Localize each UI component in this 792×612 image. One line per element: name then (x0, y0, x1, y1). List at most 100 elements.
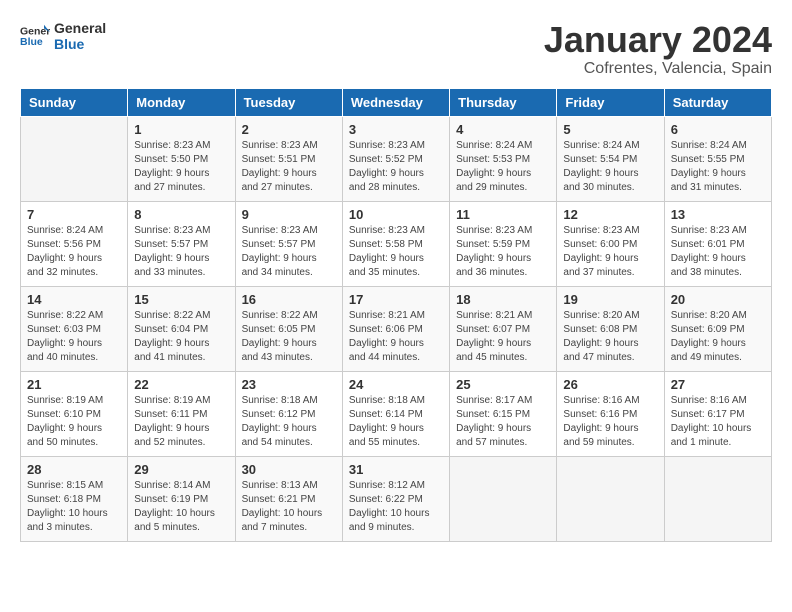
day-info: Sunrise: 8:19 AM Sunset: 6:10 PM Dayligh… (27, 394, 121, 450)
day-info: Sunrise: 8:23 AM Sunset: 5:57 PM Dayligh… (134, 224, 228, 280)
day-cell: 18Sunrise: 8:21 AM Sunset: 6:07 PM Dayli… (450, 286, 557, 371)
day-number: 27 (671, 377, 765, 392)
day-cell: 20 Sunrise: 8:20 AM Sunset: 6:09 PM Dayli… (664, 286, 771, 371)
day-cell: 4 Sunrise: 8:24 AM Sunset: 5:53 PM Daylig… (450, 116, 557, 201)
header-row: SundayMondayTuesdayWednesdayThursdayFrid… (21, 88, 772, 116)
calendar-subtitle: Cofrentes, Valencia, Spain (544, 60, 772, 78)
day-cell: 23 Sunrise: 8:18 AM Sunset: 6:12 PM Dayli… (235, 371, 342, 456)
day-info: Sunrise: 8:22 AM Sunset: 6:03 PM Dayligh… (27, 309, 121, 365)
header-cell-monday: Monday (128, 88, 235, 116)
day-number: 21 (27, 377, 121, 392)
title-block: January 2024 Cofrentes, Valencia, Spain (544, 20, 772, 78)
day-number: 29 (134, 462, 228, 477)
day-number: 3 (349, 122, 443, 137)
day-info: Sunrise: 8:18 AM Sunset: 6:12 PM Dayligh… (242, 394, 336, 450)
day-cell: 5 Sunrise: 8:24 AM Sunset: 5:54 PM Daylig… (557, 116, 664, 201)
day-cell: 29 Sunrise: 8:14 AM Sunset: 6:19 PM Dayli… (128, 456, 235, 541)
day-info: Sunrise: 8:23 AM Sunset: 6:00 PM Dayligh… (563, 224, 657, 280)
day-info: Sunrise: 8:13 AM Sunset: 6:21 PM Dayligh… (242, 479, 336, 535)
logo-text-blue: Blue (54, 36, 106, 52)
day-cell: 2 Sunrise: 8:23 AM Sunset: 5:51 PM Daylig… (235, 116, 342, 201)
day-info: Sunrise: 8:15 AM Sunset: 6:18 PM Dayligh… (27, 479, 121, 535)
day-number: 16 (242, 292, 336, 307)
header-cell-wednesday: Wednesday (342, 88, 449, 116)
day-cell: 14 Sunrise: 8:22 AM Sunset: 6:03 PM Dayli… (21, 286, 128, 371)
day-number: 25 (456, 377, 550, 392)
header-cell-tuesday: Tuesday (235, 88, 342, 116)
day-number: 19 (563, 292, 657, 307)
page-header: General Blue General Blue January 2024 C… (20, 20, 772, 78)
day-info: Sunrise: 8:20 AM Sunset: 6:08 PM Dayligh… (563, 309, 657, 365)
day-info: Sunrise: 8:23 AM Sunset: 5:52 PM Dayligh… (349, 139, 443, 195)
day-cell: 6 Sunrise: 8:24 AM Sunset: 5:55 PM Daylig… (664, 116, 771, 201)
day-number: 10 (349, 207, 443, 222)
week-row-5: 28 Sunrise: 8:15 AM Sunset: 6:18 PM Dayli… (21, 456, 772, 541)
day-cell: 21 Sunrise: 8:19 AM Sunset: 6:10 PM Dayli… (21, 371, 128, 456)
day-cell (557, 456, 664, 541)
day-info: Sunrise: 8:24 AM Sunset: 5:56 PM Dayligh… (27, 224, 121, 280)
day-cell: 7 Sunrise: 8:24 AM Sunset: 5:56 PM Daylig… (21, 201, 128, 286)
day-cell: 11Sunrise: 8:23 AM Sunset: 5:59 PM Dayli… (450, 201, 557, 286)
day-info: Sunrise: 8:23 AM Sunset: 5:51 PM Dayligh… (242, 139, 336, 195)
day-cell (450, 456, 557, 541)
day-number: 23 (242, 377, 336, 392)
logo: General Blue General Blue (20, 20, 106, 52)
day-number: 8 (134, 207, 228, 222)
day-cell: 31 Sunrise: 8:12 AM Sunset: 6:22 PM Dayli… (342, 456, 449, 541)
day-info: Sunrise: 8:24 AM Sunset: 5:54 PM Dayligh… (563, 139, 657, 195)
day-info: Sunrise: 8:16 AM Sunset: 6:16 PM Dayligh… (563, 394, 657, 450)
day-number: 4 (456, 122, 550, 137)
header-cell-friday: Friday (557, 88, 664, 116)
day-cell: 25Sunrise: 8:17 AM Sunset: 6:15 PM Dayli… (450, 371, 557, 456)
day-info: Sunrise: 8:21 AM Sunset: 6:06 PM Dayligh… (349, 309, 443, 365)
day-info: Sunrise: 8:24 AM Sunset: 5:53 PM Dayligh… (456, 139, 550, 195)
day-cell: 26 Sunrise: 8:16 AM Sunset: 6:16 PM Dayli… (557, 371, 664, 456)
day-number: 11 (456, 207, 550, 222)
day-cell: 9Sunrise: 8:23 AM Sunset: 5:57 PM Daylig… (235, 201, 342, 286)
day-cell: 30Sunrise: 8:13 AM Sunset: 6:21 PM Dayli… (235, 456, 342, 541)
day-cell: 15Sunrise: 8:22 AM Sunset: 6:04 PM Dayli… (128, 286, 235, 371)
day-number: 6 (671, 122, 765, 137)
day-cell: 12 Sunrise: 8:23 AM Sunset: 6:00 PM Dayli… (557, 201, 664, 286)
day-cell (664, 456, 771, 541)
header-cell-thursday: Thursday (450, 88, 557, 116)
day-cell: 27 Sunrise: 8:16 AM Sunset: 6:17 PM Dayli… (664, 371, 771, 456)
day-info: Sunrise: 8:23 AM Sunset: 5:58 PM Dayligh… (349, 224, 443, 280)
day-number: 14 (27, 292, 121, 307)
day-cell: 22Sunrise: 8:19 AM Sunset: 6:11 PM Dayli… (128, 371, 235, 456)
logo-text-general: General (54, 20, 106, 36)
calendar-body: 1Sunrise: 8:23 AM Sunset: 5:50 PM Daylig… (21, 116, 772, 541)
logo-icon: General Blue (20, 21, 50, 51)
day-number: 28 (27, 462, 121, 477)
day-cell: 8 Sunrise: 8:23 AM Sunset: 5:57 PM Daylig… (128, 201, 235, 286)
day-cell (21, 116, 128, 201)
day-info: Sunrise: 8:16 AM Sunset: 6:17 PM Dayligh… (671, 394, 765, 450)
header-cell-sunday: Sunday (21, 88, 128, 116)
calendar-title: January 2024 (544, 20, 772, 60)
day-cell: 3 Sunrise: 8:23 AM Sunset: 5:52 PM Daylig… (342, 116, 449, 201)
day-info: Sunrise: 8:20 AM Sunset: 6:09 PM Dayligh… (671, 309, 765, 365)
day-info: Sunrise: 8:18 AM Sunset: 6:14 PM Dayligh… (349, 394, 443, 450)
day-number: 26 (563, 377, 657, 392)
day-info: Sunrise: 8:22 AM Sunset: 6:05 PM Dayligh… (242, 309, 336, 365)
day-number: 20 (671, 292, 765, 307)
day-cell: 19 Sunrise: 8:20 AM Sunset: 6:08 PM Dayli… (557, 286, 664, 371)
day-number: 22 (134, 377, 228, 392)
day-info: Sunrise: 8:24 AM Sunset: 5:55 PM Dayligh… (671, 139, 765, 195)
day-number: 17 (349, 292, 443, 307)
day-info: Sunrise: 8:12 AM Sunset: 6:22 PM Dayligh… (349, 479, 443, 535)
day-info: Sunrise: 8:14 AM Sunset: 6:19 PM Dayligh… (134, 479, 228, 535)
day-cell: 1Sunrise: 8:23 AM Sunset: 5:50 PM Daylig… (128, 116, 235, 201)
day-number: 5 (563, 122, 657, 137)
week-row-3: 14 Sunrise: 8:22 AM Sunset: 6:03 PM Dayli… (21, 286, 772, 371)
day-number: 7 (27, 207, 121, 222)
day-number: 12 (563, 207, 657, 222)
day-info: Sunrise: 8:23 AM Sunset: 5:57 PM Dayligh… (242, 224, 336, 280)
day-cell: 16 Sunrise: 8:22 AM Sunset: 6:05 PM Dayli… (235, 286, 342, 371)
day-number: 1 (134, 122, 228, 137)
week-row-4: 21 Sunrise: 8:19 AM Sunset: 6:10 PM Dayli… (21, 371, 772, 456)
day-number: 31 (349, 462, 443, 477)
day-cell: 24Sunrise: 8:18 AM Sunset: 6:14 PM Dayli… (342, 371, 449, 456)
day-number: 2 (242, 122, 336, 137)
day-number: 13 (671, 207, 765, 222)
